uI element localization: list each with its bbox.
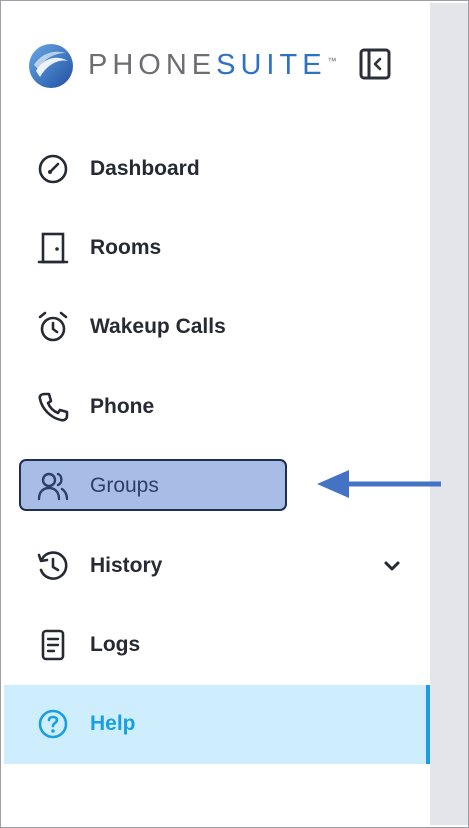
nav-label-groups: Groups xyxy=(90,474,159,498)
nav-item-dashboard[interactable]: Dashboard xyxy=(4,129,430,208)
history-icon xyxy=(36,549,70,583)
alarm-clock-icon xyxy=(36,310,70,344)
help-circle-icon xyxy=(36,707,70,741)
nav-label-help: Help xyxy=(90,712,136,736)
main-content-area xyxy=(430,3,468,825)
phone-icon xyxy=(36,390,70,424)
sidebar-nav: Dashboard Rooms Wakeup Calls Phone Group… xyxy=(4,129,430,765)
nav-label-wakeup-calls: Wakeup Calls xyxy=(90,315,226,339)
brand-part-suite: SUITE xyxy=(216,49,327,81)
window-frame: PHONESUITE ™ Dashboard Rooms Wakeup Call… xyxy=(0,0,469,828)
brand-part-phone: PHONE xyxy=(88,49,217,81)
nav-label-rooms: Rooms xyxy=(90,236,162,260)
document-icon xyxy=(36,628,70,662)
sidebar-header: PHONESUITE ™ xyxy=(4,3,430,123)
sidebar: PHONESUITE ™ Dashboard Rooms Wakeup Call… xyxy=(4,3,430,825)
nav-item-logs[interactable]: Logs xyxy=(4,605,430,684)
sidebar-collapse-icon[interactable] xyxy=(358,47,392,81)
nav-label-logs: Logs xyxy=(90,633,141,657)
nav-label-phone: Phone xyxy=(90,394,155,418)
nav-label-history: History xyxy=(90,553,163,577)
brand-wordmark: PHONESUITE ™ xyxy=(88,47,337,83)
nav-label-dashboard: Dashboard xyxy=(90,156,200,180)
nav-item-phone[interactable]: Phone xyxy=(4,367,430,446)
chevron-down-icon[interactable] xyxy=(382,556,402,576)
pointer-arrow-icon xyxy=(317,470,441,498)
gauge-icon xyxy=(36,152,70,186)
trademark-symbol: ™ xyxy=(327,56,337,66)
nav-item-wakeup-calls[interactable]: Wakeup Calls xyxy=(4,288,430,367)
nav-item-history[interactable]: History xyxy=(4,526,430,605)
phonesuite-logo-icon xyxy=(29,44,73,88)
door-icon xyxy=(36,231,70,265)
users-icon xyxy=(36,469,70,503)
active-indicator xyxy=(426,684,430,765)
nav-item-help[interactable]: Help xyxy=(4,684,430,765)
nav-item-rooms[interactable]: Rooms xyxy=(4,208,430,287)
